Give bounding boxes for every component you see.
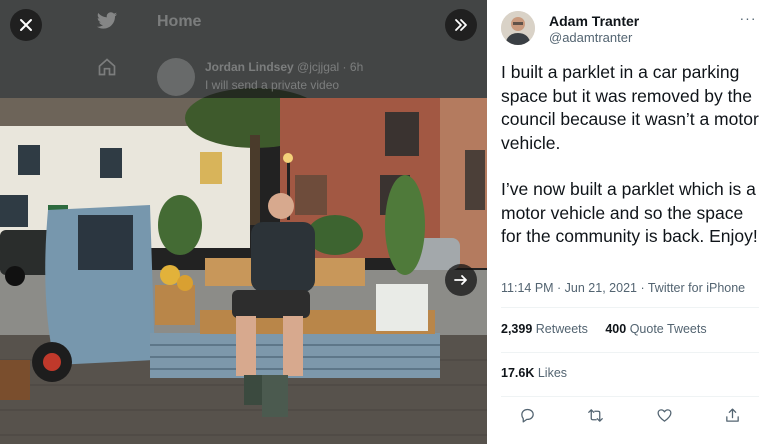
home-icon [98,58,116,76]
quote-tweets-label: Quote Tweets [629,322,707,336]
tweet-text-paragraph: I built a parklet in a car parking space… [501,62,759,153]
background-post-author-name: Jordan Lindsey [205,60,294,74]
like-icon [657,408,672,422]
tweet-text-paragraph: I’ve now built a parklet which is a moto… [501,179,758,246]
media-viewer: Home Jordan Lindsey @jcjjgal · 6h I will… [0,0,487,444]
retweet-button[interactable] [584,404,608,426]
author-handle[interactable]: @adamtranter [549,30,632,45]
tweet-metadata: 11:14 PM · Jun 21, 2021 · Twitter for iP… [501,281,745,295]
share-button[interactable] [721,404,745,426]
retweet-icon [588,408,604,422]
quote-tweets-count: 400 [605,322,627,336]
divider [501,307,759,308]
tweet-text: I built a parklet in a car parking space… [501,61,763,249]
tweet-detail-panel: Adam Tranter @adamtranter ··· I built a … [487,0,770,444]
background-post-handle: @jcjjgal · 6h [297,60,364,74]
divider [501,352,759,353]
quote-tweets-stat[interactable]: 400 Quote Tweets [605,322,706,336]
close-icon [20,19,32,31]
more-icon: ··· [739,10,757,26]
twitter-bird-icon [96,12,118,29]
likes-label: Likes [537,366,568,380]
divider [501,396,759,397]
background-page-overlay: Home Jordan Lindsey @jcjjgal · 6h I will… [0,0,487,98]
tweet-action-bar [515,404,745,426]
tweet-client[interactable]: Twitter for iPhone [648,281,745,295]
retweets-stat[interactable]: 2,399 Retweets [501,322,588,336]
meta-separator: · [636,281,648,295]
retweets-label: Retweets [535,322,588,336]
like-button[interactable] [652,404,676,426]
next-media-button[interactable] [445,264,477,296]
engagement-stats: 2,399 Retweets 400 Quote Tweets [501,322,721,336]
avatar-image [501,11,535,45]
arrow-right-icon [454,275,467,285]
reply-icon [520,408,534,423]
avatar[interactable] [501,11,535,45]
share-icon [726,407,740,422]
close-button[interactable] [10,9,42,41]
toggle-panel-button[interactable] [445,9,477,41]
tweet-timestamp[interactable]: 11:14 PM · Jun 21, 2021 [501,281,637,295]
author-name[interactable]: Adam Tranter [549,13,639,29]
background-post-snippet: I will send a private video [205,78,340,92]
likes-count: 17.6K [501,366,535,380]
background-page-title: Home [157,13,202,30]
more-options-button[interactable]: ··· [738,8,758,28]
likes-stat[interactable]: 17.6K Likes [501,366,567,380]
background-post-author: Jordan Lindsey @jcjjgal · 6h [205,60,363,74]
chevrons-right-icon [455,19,467,31]
background-post-avatar [157,58,195,96]
reply-button[interactable] [515,404,539,426]
retweets-count: 2,399 [501,322,533,336]
